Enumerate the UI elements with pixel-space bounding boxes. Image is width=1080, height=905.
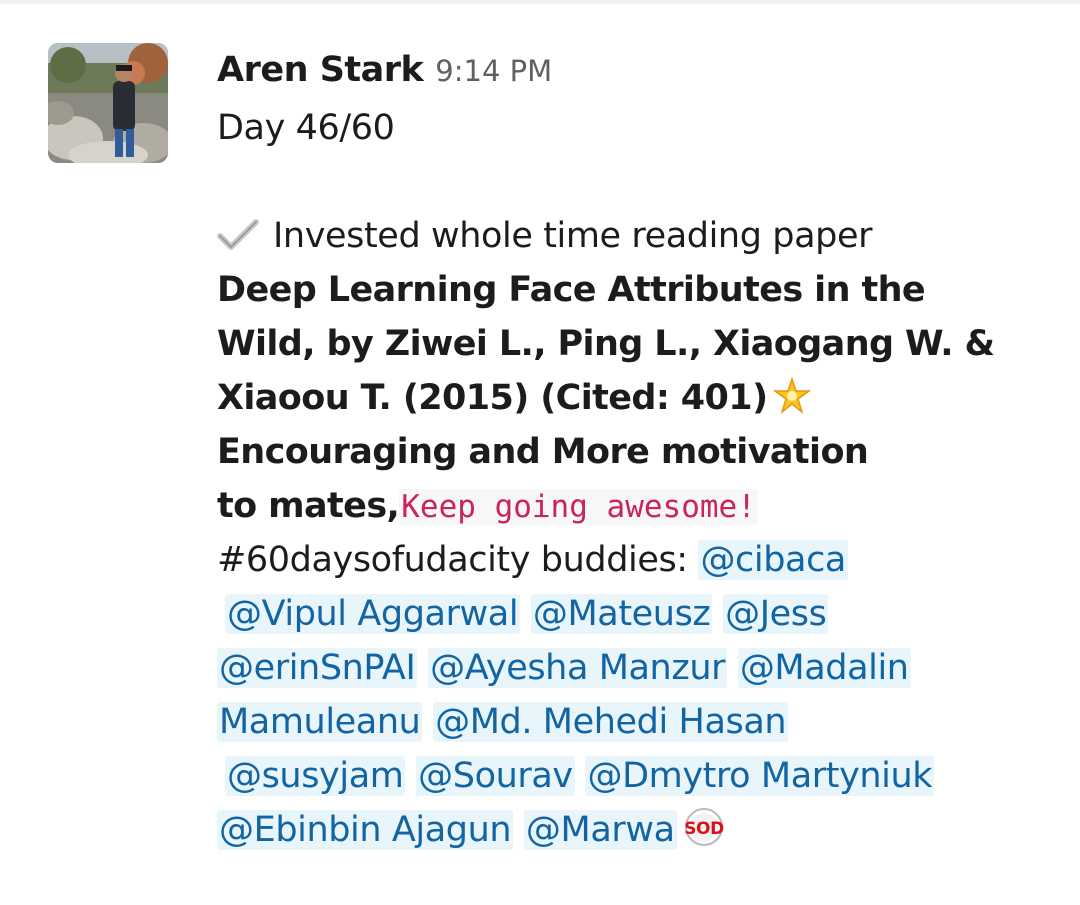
paper-title-line-3: Xiaoou T. (2015) (Cited: 401) <box>217 371 1057 425</box>
buddies-line-4: Mamuleanu @Md. Mehedi Hasan <box>217 695 1057 749</box>
avatar-photo <box>48 43 168 163</box>
mention-marwa[interactable]: @Marwa <box>523 810 677 850</box>
buddies-line-5: @susyjam @Sourav @Dmytro Martyniuk <box>217 749 1057 803</box>
buddies-line-3: @erinSnPAI @Ayesha Manzur @Madalin <box>217 641 1057 695</box>
mention-sourav[interactable]: @Sourav <box>416 756 575 796</box>
encouragement-line: Encouraging and More motivation <box>217 432 869 472</box>
mention-mateusz[interactable]: @Mateusz <box>530 594 713 634</box>
paper-citation: Xiaoou T. (2015) (Cited: 401) <box>217 378 768 418</box>
glowing-star-icon <box>773 377 812 415</box>
avatar[interactable] <box>48 43 168 163</box>
sod-badge-icon[interactable]: SOD <box>681 807 727 847</box>
hashtag-text: #60daysofudacity buddies: <box>217 540 699 580</box>
mention-ebinbin-ajagun[interactable]: @Ebinbin Ajagun <box>217 810 514 850</box>
mention-jess[interactable]: @Jess <box>723 594 829 634</box>
mention-madalin-mamuleanu[interactable]: @Madalin <box>737 648 911 688</box>
mention-dmytro-martyniuk[interactable]: @Dmytro Martyniuk <box>585 756 935 796</box>
body-line-1: Invested whole time reading paper <box>217 209 1057 263</box>
paper-title-line-1: Deep Learning Face Attributes in the <box>217 270 926 310</box>
chat-message: Aren Stark 9:14 PM Day 46/60 Invested wh… <box>0 0 1080 905</box>
message-header: Aren Stark 9:14 PM <box>217 50 1057 100</box>
mention-md-mehedi-hasan[interactable]: @Md. Mehedi Hasan <box>433 702 789 742</box>
sender-name[interactable]: Aren Stark <box>217 50 424 90</box>
inline-code: Keep going awesome! <box>399 489 758 525</box>
buddies-line-6: @Ebinbin Ajagun @Marwa SOD <box>217 803 1057 857</box>
day-counter: Day 46/60 <box>217 108 395 148</box>
mention-madalin-mamuleanu-continued[interactable]: Mamuleanu <box>217 702 423 742</box>
buddies-line-2: @Vipul Aggarwal @Mateusz @Jess <box>217 587 1057 641</box>
mention-vipul-aggarwal[interactable]: @Vipul Aggarwal <box>225 594 521 634</box>
reading-status-text: Invested whole time reading paper <box>273 216 873 256</box>
message-body: Day 46/60 Invested whole time reading pa… <box>217 101 1057 857</box>
paper-title-line-2: Wild, by Ziwei L., Ping L., Xiaogang W. … <box>217 324 995 364</box>
check-mark-icon <box>217 219 259 250</box>
mention-cibaca[interactable]: @cibaca <box>698 540 848 580</box>
encouragement-line-2: to mates,Keep going awesome! <box>217 479 1057 533</box>
message-timestamp[interactable]: 9:14 PM <box>435 54 552 88</box>
to-mates-text: to mates, <box>217 486 400 526</box>
mention-ayesha-manzur[interactable]: @Ayesha Manzur <box>428 648 728 688</box>
mention-erinsnpai[interactable]: @erinSnPAI <box>217 648 418 688</box>
mention-susyjam[interactable]: @susyjam <box>225 756 406 796</box>
message-content: Aren Stark 9:14 PM Day 46/60 Invested wh… <box>217 50 1057 857</box>
buddies-line-1: #60daysofudacity buddies: @cibaca <box>217 533 1057 587</box>
sod-badge-text: SOD <box>684 819 724 839</box>
